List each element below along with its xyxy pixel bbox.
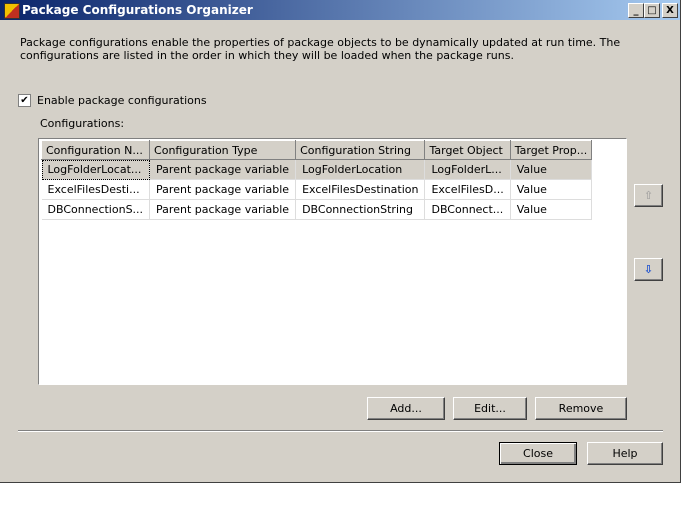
table-cell[interactable]: Value	[510, 159, 593, 180]
enable-configurations-label[interactable]: Enable package configurations	[37, 94, 207, 107]
move-up-button[interactable]: ⇧	[634, 184, 663, 207]
dialog-window: Package Configurations Organizer _ □ X P…	[0, 0, 681, 483]
configurations-grid[interactable]: Configuration N... Configuration Type Conf…	[38, 138, 627, 385]
remove-button[interactable]: Remove	[535, 397, 627, 420]
divider	[18, 430, 663, 432]
maximize-button[interactable]: □	[644, 3, 660, 18]
app-icon	[4, 3, 20, 19]
table-cell[interactable]: Value	[510, 179, 593, 200]
help-button[interactable]: Help	[587, 442, 663, 465]
table-row[interactable]: DBConnectionS... Parent package variable D…	[41, 199, 593, 220]
column-header[interactable]: Configuration String	[295, 140, 426, 160]
close-button[interactable]: Close	[499, 442, 577, 465]
edit-button[interactable]: Edit...	[453, 397, 527, 420]
column-header[interactable]: Configuration Type	[149, 140, 297, 160]
add-button[interactable]: Add...	[367, 397, 445, 420]
table-cell[interactable]: LogFolderL...	[424, 159, 511, 180]
table-cell[interactable]: ExcelFilesDesti...	[41, 179, 151, 200]
table-row[interactable]: ExcelFilesDesti... Parent package variabl…	[41, 179, 593, 200]
column-header[interactable]: Target Prop...	[509, 140, 593, 160]
table-cell[interactable]: Parent package variable	[149, 159, 297, 180]
configurations-label: Configurations:	[40, 117, 125, 130]
table-cell[interactable]: DBConnectionS...	[41, 199, 151, 220]
table-cell[interactable]: LogFolderLocat...	[41, 159, 151, 180]
table-cell[interactable]: DBConnect...	[424, 199, 511, 220]
move-down-button[interactable]: ⇩	[634, 258, 663, 281]
table-cell[interactable]: LogFolderLocation	[295, 159, 426, 180]
column-header[interactable]: Configuration N...	[40, 140, 151, 160]
table-cell[interactable]: Value	[510, 199, 593, 220]
minimize-button[interactable]: _	[628, 3, 644, 18]
column-header[interactable]: Target Object	[424, 140, 511, 160]
table-cell[interactable]: ExcelFilesDestination	[295, 179, 426, 200]
table-row[interactable]: LogFolderLocat... Parent package variable…	[41, 159, 593, 180]
window-title: Package Configurations Organizer	[22, 3, 253, 17]
table-cell[interactable]: ExcelFilesD...	[424, 179, 511, 200]
table-cell[interactable]: Parent package variable	[149, 199, 297, 220]
title-bar: Package Configurations Organizer _ □ X	[0, 0, 680, 20]
table-cell[interactable]: DBConnectionString	[295, 199, 426, 220]
enable-configurations-checkbox[interactable]: ✔	[18, 94, 31, 107]
description-text: Package configurations enable the proper…	[20, 36, 621, 62]
table-cell[interactable]: Parent package variable	[149, 179, 297, 200]
close-window-button[interactable]: X	[662, 3, 678, 18]
